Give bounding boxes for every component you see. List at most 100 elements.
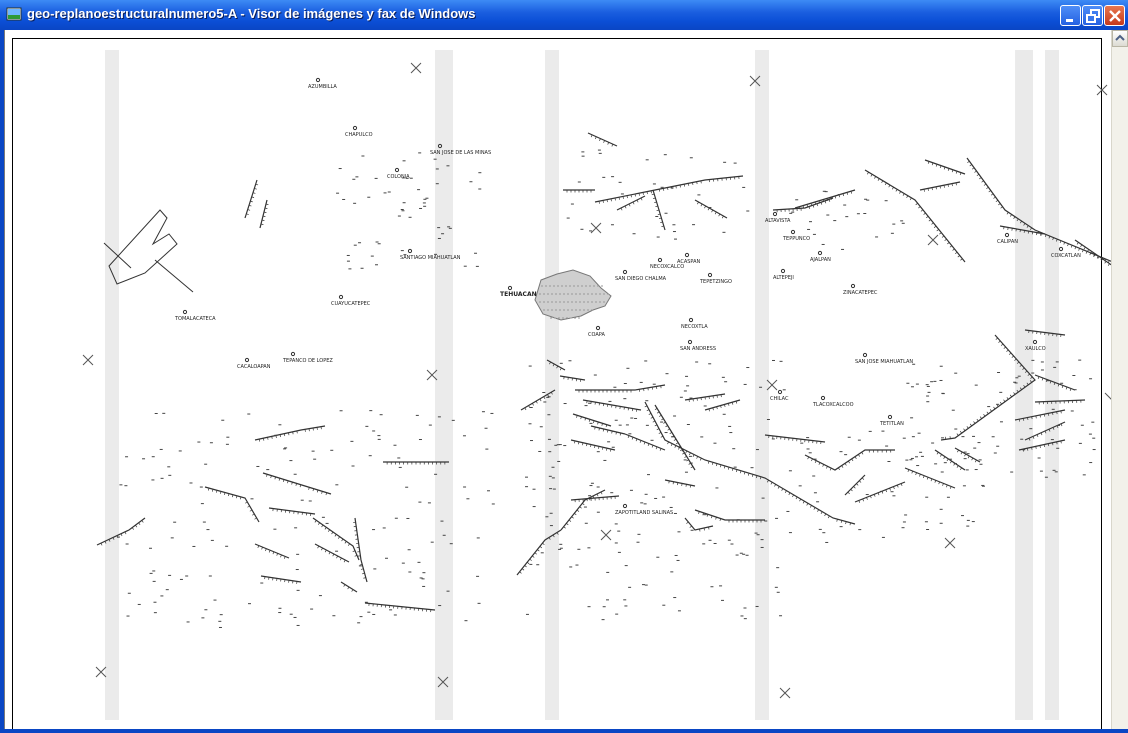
- fault-tick: [699, 458, 702, 461]
- fault-line: [704, 399, 741, 411]
- fault-line: [244, 179, 258, 219]
- fault-tick: [599, 138, 601, 141]
- fault-tick: [856, 483, 859, 486]
- fault-tick: [814, 460, 817, 464]
- fault-tick: [539, 546, 543, 549]
- fault-tick: [926, 477, 929, 480]
- fault-tick: [986, 186, 989, 190]
- fault-tick: [1009, 394, 1012, 398]
- fault-tick: [943, 456, 946, 459]
- fault-tick: [532, 555, 535, 558]
- town-marker: [352, 125, 358, 131]
- town-marker: [1004, 232, 1010, 238]
- fault-tick: [999, 401, 1002, 405]
- fault-tick: [603, 140, 605, 143]
- fault-tick: [1082, 249, 1084, 253]
- fault-line: [364, 602, 436, 611]
- fault-tick: [268, 550, 271, 553]
- place-label: TEPANCO DE LOPEZ: [282, 358, 333, 364]
- place-label: TEPPUNCO: [782, 236, 810, 242]
- fault-tick: [582, 503, 585, 506]
- title-bar[interactable]: geo-replanoestructuralnumero5-A - Visor …: [0, 0, 1128, 30]
- fault-tick: [1032, 436, 1035, 439]
- fault-tick: [877, 492, 880, 496]
- fault-tick: [1003, 399, 1006, 402]
- fault-tick: [873, 494, 876, 497]
- fault-tick: [959, 430, 962, 434]
- fault-tick: [571, 516, 574, 519]
- fault-tick: [643, 441, 646, 445]
- fault-tick: [874, 176, 877, 179]
- place-label: ALTAVISTA: [765, 218, 791, 224]
- fault-tick: [931, 222, 934, 225]
- window-title: geo-replanoestructuralnumero5-A - Visor …: [27, 6, 476, 21]
- fault-tick: [135, 524, 138, 528]
- fault-line: [312, 517, 360, 561]
- fault-tick: [807, 456, 810, 460]
- fault-tick: [959, 467, 962, 471]
- fault-tick: [337, 536, 340, 539]
- place-label: ACASPAN: [677, 259, 701, 265]
- place-label: CALIPAN: [997, 239, 1018, 245]
- town-marker: [790, 229, 796, 235]
- image-viewport[interactable]: AZUMBILLA CHAPULCO SAN JOSE DE LAS MINAS CO…: [4, 30, 1112, 729]
- fault-tick: [1008, 352, 1012, 355]
- fault-line: [594, 175, 744, 203]
- fault-tick: [120, 533, 123, 537]
- scroll-up-button[interactable]: [1112, 30, 1128, 47]
- town-marker: [777, 389, 783, 395]
- fault-line: [254, 425, 326, 441]
- fault-tick: [280, 554, 282, 558]
- fault-tick: [665, 425, 668, 428]
- place-label: TLACOXCALCOO: [812, 402, 854, 408]
- fault-tick: [344, 541, 347, 544]
- fault-tick: [998, 203, 1001, 206]
- fault-tick: [1006, 212, 1009, 215]
- fault-tick: [141, 520, 144, 523]
- fault-tick: [900, 483, 903, 486]
- minimize-icon: [1066, 19, 1073, 22]
- fault-tick: [938, 481, 940, 485]
- fault-tick: [986, 411, 989, 415]
- fault-tick: [685, 450, 688, 454]
- fault-tick: [949, 245, 953, 248]
- fault-tick: [656, 411, 660, 414]
- fault-tick: [607, 142, 610, 145]
- restore-button[interactable]: [1082, 5, 1103, 26]
- fault-tick: [627, 435, 630, 439]
- place-label: AZUMBILLA: [308, 84, 337, 90]
- fault-tick: [347, 586, 350, 590]
- fault-tick: [954, 251, 958, 255]
- close-button[interactable]: [1104, 5, 1125, 26]
- fault-tick: [930, 478, 933, 482]
- fault-tick: [915, 202, 918, 206]
- vertical-scrollbar[interactable]: [1111, 30, 1128, 729]
- fault-tick: [100, 542, 103, 546]
- fault-tick: [979, 416, 982, 419]
- fault-tick: [647, 443, 650, 447]
- fault-tick: [995, 337, 998, 340]
- fault-tick: [996, 404, 999, 407]
- urban-area: [534, 269, 612, 321]
- fault-tick: [317, 522, 320, 525]
- fault-tick: [669, 432, 673, 434]
- fault-tick: [542, 542, 545, 546]
- fault-tick: [822, 464, 825, 467]
- place-label: CUAYUCATEPEC: [331, 301, 371, 307]
- fault-tick: [324, 527, 327, 530]
- fault-tick: [341, 538, 344, 542]
- minimize-button[interactable]: [1060, 5, 1081, 26]
- fault-tick: [939, 232, 942, 235]
- fault-tick: [1000, 206, 1003, 209]
- fault-tick: [1067, 243, 1069, 247]
- fault-tick: [934, 480, 937, 483]
- fault-tick: [684, 456, 687, 458]
- town-marker: [862, 352, 868, 358]
- place-label: SAN JOSE DE LAS MINAS: [430, 150, 491, 156]
- fault-tick: [983, 414, 986, 417]
- fault-tick: [995, 199, 999, 203]
- fault-tick: [265, 548, 267, 552]
- place-label: NECOXTLA: [681, 324, 708, 330]
- fault-tick: [1107, 263, 1110, 266]
- fault-tick: [811, 458, 813, 462]
